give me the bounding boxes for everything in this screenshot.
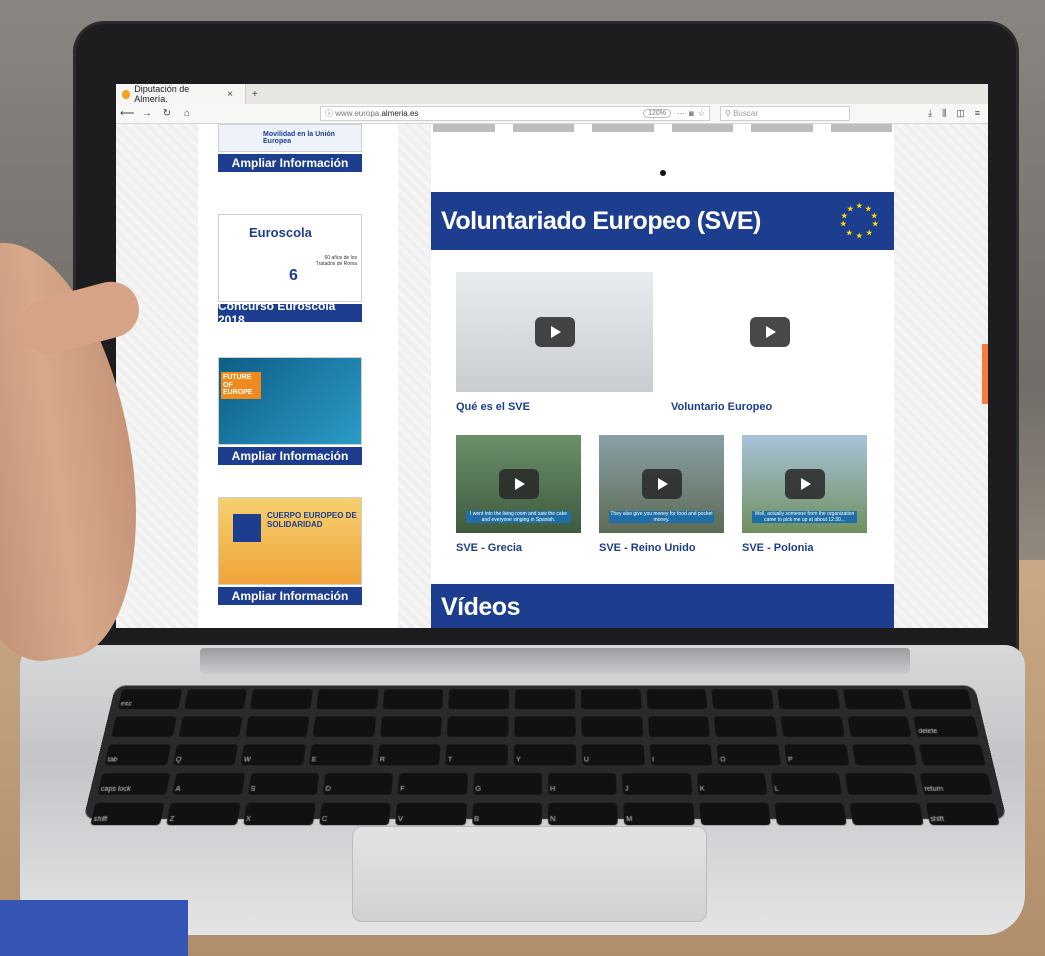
- solidarity-banner[interactable]: CUERPO EUROPEO DE SOLIDARIDAD: [218, 497, 362, 585]
- laptop-screen: Diputación de Almería. × + ⟵ → ↻ ⌂ ⓘ www…: [116, 84, 988, 628]
- tab-title: Diputación de Almería.: [134, 84, 190, 104]
- svg-text:★: ★: [841, 212, 848, 220]
- video-sve-reino-unido[interactable]: They also give you money for food and po…: [599, 435, 724, 533]
- eu-flag-icon: [233, 514, 261, 542]
- play-icon[interactable]: [784, 469, 825, 499]
- video-subtitle: Well, actually someone from the organiza…: [752, 511, 857, 523]
- euroscola-card: Euroscola 6 60 años de los Tratados de R…: [218, 214, 362, 327]
- pocket-icon[interactable]: ◙: [689, 109, 694, 118]
- play-icon[interactable]: [749, 317, 790, 347]
- svg-text:★: ★: [847, 205, 854, 213]
- url-domain: almeria.es: [381, 109, 419, 118]
- play-icon[interactable]: [641, 469, 682, 499]
- future-europe-card: FUTURE OF EUROPE Ampliar Información: [218, 357, 362, 465]
- laptop-trackpad: [352, 826, 707, 922]
- sidebar-icon[interactable]: ◫: [956, 108, 965, 119]
- new-tab-button[interactable]: +: [246, 89, 264, 100]
- nav-bar: ⟵ → ↻ ⌂ ⓘ www.europa. almeria.es 120% ⋯ ◙…: [116, 104, 988, 124]
- browser-tab[interactable]: Diputación de Almería. ×: [116, 84, 246, 104]
- carousel-bars: [431, 124, 894, 132]
- url-prefix: www.europa.: [335, 109, 382, 118]
- info-icon: ⓘ: [325, 109, 336, 118]
- video-caption[interactable]: SVE - Polonia: [742, 542, 814, 554]
- left-sidebar: Movilidad en la Unión Europea Ampliar In…: [198, 124, 398, 628]
- svg-text:★: ★: [856, 232, 863, 240]
- page-actions-icon[interactable]: ⋯: [677, 109, 685, 118]
- svg-text:★: ★: [871, 212, 878, 220]
- eu-stars-icon: ★ ★★★ ★★★★ ★★: [840, 202, 880, 240]
- search-placeholder: Buscar: [733, 109, 758, 118]
- web-page: Movilidad en la Unión Europea Ampliar In…: [116, 124, 988, 628]
- tab-close-icon[interactable]: ×: [221, 89, 239, 100]
- video-caption[interactable]: Qué es el SVE: [456, 401, 530, 413]
- page-scrollbar[interactable]: [982, 344, 988, 404]
- euroscola-button[interactable]: Concurso Euroscola 2018: [218, 299, 362, 327]
- home-icon[interactable]: ⌂: [180, 108, 194, 119]
- ampliar-button-2[interactable]: Ampliar Información: [218, 447, 362, 465]
- video-subtitle: They also give you money for food and po…: [609, 511, 714, 523]
- ampliar-button-1[interactable]: Ampliar Información: [218, 154, 362, 172]
- laptop-hinge: [200, 648, 910, 674]
- bookmark-star-icon[interactable]: ☆: [698, 109, 705, 118]
- solidarity-card: CUERPO EUROPEO DE SOLIDARIDAD Ampliar In…: [218, 497, 362, 605]
- play-icon[interactable]: [534, 317, 575, 347]
- euroscola-banner[interactable]: Euroscola 6 60 años de los Tratados de R…: [218, 214, 362, 302]
- reload-icon[interactable]: ↻: [160, 108, 174, 119]
- main-content: Voluntariado Europeo (SVE) ★ ★ ★ ★ ★ ★ ★ ★ ★ ★ …: [431, 124, 894, 628]
- solidarity-label: CUERPO EUROPEO DE SOLIDARIDAD: [267, 511, 357, 529]
- tab-bar: Diputación de Almería. × +: [116, 84, 988, 104]
- ampliar-button-3[interactable]: Ampliar Información: [218, 587, 362, 605]
- video-sve-polonia[interactable]: Well, actually someone from the organiza…: [742, 435, 867, 533]
- url-bar[interactable]: ⓘ www.europa. almeria.es 120% ⋯ ◙ ☆: [320, 106, 710, 121]
- video-caption[interactable]: SVE - Reino Unido: [599, 542, 696, 554]
- six-logo: 6: [289, 267, 298, 284]
- video-sve-grecia[interactable]: I went into the living room and saw the …: [456, 435, 581, 533]
- sve-section-header: Voluntariado Europeo (SVE) ★ ★ ★ ★ ★ ★ ★ ★ ★ ★: [431, 192, 894, 250]
- svg-text:★: ★: [846, 229, 853, 237]
- svg-text:★: ★: [865, 205, 872, 213]
- svg-text:★: ★: [872, 220, 879, 228]
- video-subtitle: I went into the living room and saw the …: [466, 511, 571, 523]
- favicon-icon: [122, 89, 131, 99]
- mobility-banner[interactable]: Movilidad en la Unión Europea: [218, 124, 362, 152]
- svg-text:★: ★: [856, 202, 863, 210]
- euroscola-logo-text: Euroscola: [249, 225, 312, 240]
- forward-icon[interactable]: →: [140, 108, 154, 119]
- video-que-es-sve[interactable]: [456, 272, 653, 392]
- sve-section-title: Voluntariado Europeo (SVE): [441, 206, 761, 235]
- euroscola-subtitle: 60 años de los Tratados de Roma: [315, 255, 357, 267]
- photo-scene: Diputación de Almería. × + ⟵ → ↻ ⌂ ⓘ www…: [0, 0, 1045, 956]
- search-input[interactable]: ⚲ Buscar: [720, 106, 850, 121]
- library-icon[interactable]: ⫼: [942, 108, 946, 119]
- laptop-keyboard: esc delete tab Q W E R T Y U I O P caps lock A S D F G H…: [83, 685, 1007, 826]
- mobility-caption: Movilidad en la Unión Europea: [263, 131, 335, 145]
- mobility-card: Movilidad en la Unión Europea Ampliar In…: [218, 124, 362, 172]
- video-caption[interactable]: Voluntario Europeo: [671, 401, 772, 413]
- future-europe-banner[interactable]: FUTURE OF EUROPE: [218, 357, 362, 445]
- blue-corner-box: [0, 900, 188, 956]
- video-voluntario-europeo[interactable]: [671, 272, 868, 392]
- zoom-level[interactable]: 120%: [643, 109, 671, 118]
- videos-section-header: Vídeos: [431, 584, 894, 628]
- search-icon: ⚲: [725, 109, 734, 118]
- svg-text:★: ★: [866, 229, 873, 237]
- play-icon[interactable]: [498, 469, 539, 499]
- video-caption[interactable]: SVE - Grecia: [456, 542, 522, 554]
- back-icon[interactable]: ⟵: [120, 108, 134, 119]
- svg-text:★: ★: [840, 220, 847, 228]
- menu-icon[interactable]: ≡: [975, 108, 980, 119]
- carousel-indicator[interactable]: [660, 170, 666, 176]
- videos-section-title: Vídeos: [441, 592, 520, 621]
- download-icon[interactable]: ⤓: [928, 108, 932, 119]
- future-europe-label: FUTURE OF EUROPE: [221, 372, 261, 400]
